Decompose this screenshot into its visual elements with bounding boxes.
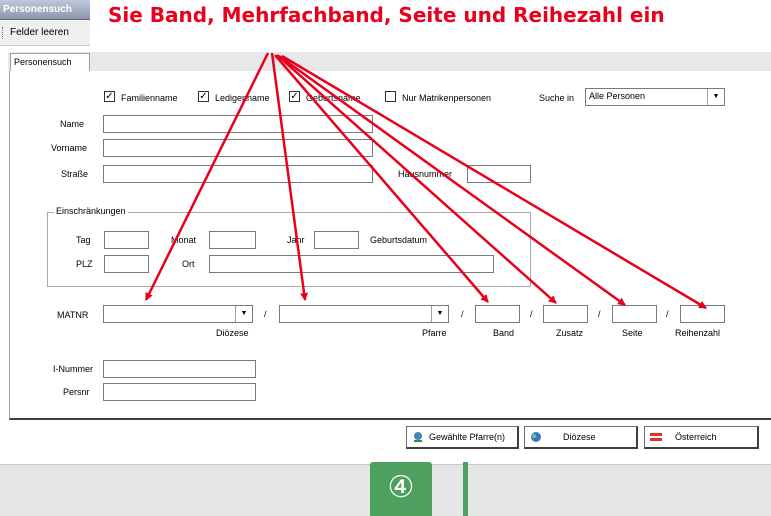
arrow-to-reihenzahl <box>281 54 707 310</box>
arrow-to-zusatz <box>276 54 557 304</box>
arrow-to-pfarre <box>270 52 309 301</box>
annotation-arrows <box>144 52 707 310</box>
arrow-to-band <box>274 54 489 303</box>
arrow-to-dioezese <box>144 52 270 301</box>
arrow-to-seite <box>278 54 626 307</box>
